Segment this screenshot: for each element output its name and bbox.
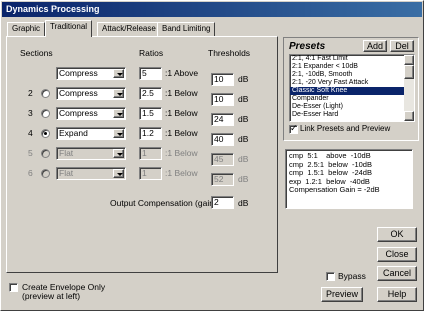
section-ratio-direction: :1 Below [165, 88, 198, 98]
output-compensation-input[interactable]: 2 [211, 196, 234, 209]
presets-scrollbar[interactable] [404, 55, 414, 121]
section-radio[interactable] [41, 149, 50, 158]
section-threshold-input[interactable]: 45 [211, 153, 234, 166]
preset-delete-button[interactable]: Del [390, 40, 414, 52]
chevron-down-icon [113, 89, 124, 98]
chevron-down-icon [113, 69, 124, 78]
section-mode-value: Compress [59, 68, 98, 78]
section-radio[interactable] [41, 129, 50, 138]
section-mode-select[interactable]: Expand [56, 127, 126, 140]
section-ratio-input[interactable]: 1 [139, 167, 162, 180]
cancel-button[interactable]: Cancel [377, 266, 417, 281]
section-threshold-input[interactable]: 10 [211, 93, 234, 106]
section-mode-value: Flat [59, 168, 74, 178]
bypass-label: Bypass [338, 271, 366, 281]
help-button[interactable]: Help [377, 287, 417, 302]
section-number: 2 [28, 88, 33, 98]
section-ratio-direction: :1 Below [165, 108, 198, 118]
tab-graphic-label: Graphic [12, 24, 41, 33]
tab-attack-release[interactable]: Attack/Release [97, 22, 161, 36]
section-threshold-unit: dB [238, 154, 249, 164]
section-radio[interactable] [41, 89, 50, 98]
section-ratio-input[interactable]: 1.5 [139, 107, 162, 120]
preset-item[interactable]: Compander [290, 95, 414, 103]
section-number: 6 [28, 168, 33, 178]
section-threshold-unit: dB [238, 174, 249, 184]
section-threshold-input[interactable]: 52 [211, 173, 234, 186]
dialog-window: Dynamics Processing Graphic Traditional … [0, 0, 424, 311]
preset-item[interactable]: 2:1, -20 Very Fast Attack [290, 79, 414, 87]
preset-item[interactable]: 2:1 Expander < 10dB [290, 63, 414, 71]
preset-add-button[interactable]: Add [363, 40, 387, 52]
create-envelope-sublabel: (preview at left) [22, 291, 81, 301]
section-radio[interactable] [41, 109, 50, 118]
sections-header: Sections [20, 48, 53, 58]
preset-item[interactable]: 2:1, -10dB, Smooth [290, 71, 414, 79]
section-ratio-input[interactable]: 1 [139, 147, 162, 160]
section-number: 5 [28, 148, 33, 158]
section-mode-select[interactable]: Flat [56, 147, 126, 160]
scroll-up-button[interactable] [404, 55, 414, 65]
title-bar: Dynamics Processing [2, 2, 422, 17]
section-ratio-direction: :1 Below [165, 168, 198, 178]
section-ratio-direction: :1 Above [165, 68, 199, 78]
output-compensation-unit: dB [238, 198, 249, 208]
tab-band-limiting[interactable]: Band Limiting [157, 22, 216, 36]
section-radio[interactable] [41, 169, 50, 178]
section-threshold-unit: dB [238, 74, 249, 84]
link-presets-label: Link Presets and Preview [300, 124, 391, 133]
scroll-thumb[interactable] [404, 65, 414, 79]
close-button[interactable]: Close [377, 247, 417, 262]
section-threshold-input[interactable]: 10 [211, 73, 234, 86]
tab-traditional-label: Traditional [50, 22, 88, 31]
preset-item[interactable]: De-Esser Hard [290, 111, 414, 119]
create-envelope-checkbox[interactable] [9, 283, 18, 292]
settings-summary: cmp 5:1 above -10dB cmp 2.5:1 below -10dB… [285, 149, 413, 209]
chevron-down-icon [113, 169, 124, 178]
section-ratio-input[interactable]: 5 [139, 67, 162, 80]
bypass-checkbox[interactable] [326, 272, 335, 281]
tab-attack-release-label: Attack/Release [102, 24, 156, 33]
section-ratio-direction: :1 Below [165, 148, 198, 158]
summary-line: Compensation Gain = -2dB [289, 185, 380, 194]
section-mode-value: Expand [59, 128, 88, 138]
tab-traditional[interactable]: Traditional [45, 20, 93, 37]
preset-item[interactable]: De-Esser (Light) [290, 103, 414, 111]
section-mode-select[interactable]: Flat [56, 167, 126, 180]
chevron-down-icon [113, 129, 124, 138]
section-mode-value: Compress [59, 108, 98, 118]
section-threshold-unit: dB [238, 114, 249, 124]
section-mode-value: Flat [59, 148, 74, 158]
ratios-header: Ratios [139, 48, 164, 58]
tab-graphic[interactable]: Graphic [7, 22, 46, 36]
section-ratio-input[interactable]: 2.5 [139, 87, 162, 100]
section-mode-select[interactable]: Compress [56, 107, 126, 120]
tab-band-limiting-label: Band Limiting [162, 24, 211, 33]
section-ratio-input[interactable]: 1.2 [139, 127, 162, 140]
thresholds-header: Thresholds [208, 48, 251, 58]
preset-item[interactable]: Classic Soft Knee [290, 87, 414, 95]
preset-item[interactable]: 2:1, 4:1 Fast Limit [290, 55, 414, 63]
scroll-down-button[interactable] [404, 111, 414, 121]
chevron-down-icon [113, 149, 124, 158]
chevron-down-icon [113, 109, 124, 118]
section-number: 4 [28, 128, 33, 138]
output-compensation-label: Output Compensation (gain) [110, 198, 217, 208]
presets-title: Presets [289, 41, 326, 52]
presets-list[interactable]: 2:1, 4:1 Fast Limit 2:1 Expander < 10dB 2:… [289, 54, 415, 122]
section-threshold-unit: dB [238, 134, 249, 144]
link-presets-checkbox[interactable] [289, 123, 298, 134]
preview-button[interactable]: Preview [321, 287, 363, 302]
section-mode-select[interactable]: Compress [56, 87, 126, 100]
section-threshold-input[interactable]: 40 [211, 133, 234, 146]
section-threshold-input[interactable]: 24 [211, 113, 234, 126]
ok-button[interactable]: OK [377, 227, 417, 242]
section-threshold-unit: dB [238, 94, 249, 104]
section-mode-select[interactable]: Compress [56, 67, 126, 80]
section-mode-value: Compress [59, 88, 98, 98]
section-ratio-direction: :1 Below [165, 128, 198, 138]
section-number: 3 [28, 108, 33, 118]
